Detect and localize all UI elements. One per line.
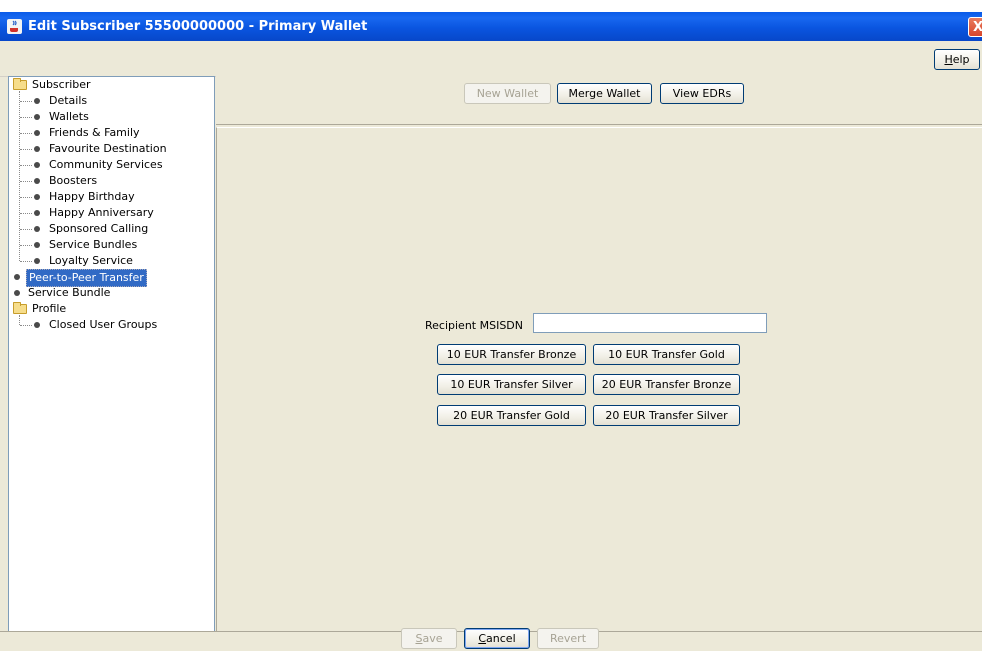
tree-branch [20,245,32,246]
leaf-bullet-icon [34,146,40,152]
tree-branch [20,133,32,134]
recipient-msisdn-input[interactable] [533,313,767,333]
tree-branch [20,149,32,150]
merge-wallet-button[interactable]: Merge Wallet [557,83,652,104]
cancel-button[interactable]: Cancel [464,628,530,649]
tree-node-loyalty-service[interactable]: Loyalty Service [9,253,209,269]
tree-node-happy-birthday[interactable]: Happy Birthday [9,189,209,205]
tree-label: Service Bundles [49,238,138,251]
tree-branch [20,197,32,198]
leaf-bullet-icon [34,98,40,104]
tree-label: Community Services [49,158,163,171]
tree-node-community-services[interactable]: Community Services [9,157,209,173]
transfer-20-gold-button[interactable]: 20 EUR Transfer Gold [437,405,586,426]
transfer-20-silver-button[interactable]: 20 EUR Transfer Silver [593,405,740,426]
tree-label: Friends & Family [49,126,140,139]
recipient-msisdn-label: Recipient MSISDN [425,319,524,332]
folder-open-icon [13,302,27,314]
footer-bar: Save Cancel Revert [0,628,982,651]
tree-node-sponsored-calling[interactable]: Sponsored Calling [9,221,209,237]
transfer-20-bronze-button[interactable]: 20 EUR Transfer Bronze [593,374,740,395]
tree-node-friends-family[interactable]: Friends & Family [9,125,209,141]
transfer-panel: Recipient MSISDN 10 EUR Transfer Bronze … [216,127,982,632]
help-bar [0,41,982,77]
tree-node-happy-anniversary[interactable]: Happy Anniversary [9,205,209,221]
cancel-label-rest: ancel [486,632,516,645]
title-bar[interactable]: Edit Subscriber 55500000000 - Primary Wa… [0,12,982,41]
leaf-bullet-icon [14,274,20,280]
view-edrs-button[interactable]: View EDRs [660,83,744,104]
help-label-rest: elp [952,53,970,66]
leaf-bullet-icon [34,242,40,248]
leaf-bullet-icon [34,258,40,264]
tree-branch [20,181,32,182]
tree-branch [20,325,32,326]
tree-label: Happy Birthday [49,190,135,203]
tree-label: Loyalty Service [49,254,133,267]
help-mnemonic: H [944,53,953,66]
tree-label: Service Bundle [28,286,111,299]
tree-label-profile: Profile [32,302,67,315]
tree-node-service-bundle[interactable]: Service Bundle [9,285,209,301]
leaf-bullet-icon [34,226,40,232]
close-button[interactable]: X [968,17,982,37]
leaf-bullet-icon [34,210,40,216]
tree-node-favourite-destination[interactable]: Favourite Destination [9,141,209,157]
edit-subscriber-window: Edit Subscriber 55500000000 - Primary Wa… [0,12,982,651]
transfer-10-bronze-button[interactable]: 10 EUR Transfer Bronze [437,344,586,365]
leaf-bullet-icon [34,178,40,184]
cancel-mnemonic: C [478,632,487,645]
save-button[interactable]: Save [401,628,457,649]
tree-label: Favourite Destination [49,142,167,155]
new-wallet-button[interactable]: New Wallet [464,83,551,104]
tree-branch [20,261,32,262]
transfer-10-gold-button[interactable]: 10 EUR Transfer Gold [593,344,740,365]
window-title: Edit Subscriber 55500000000 - Primary Wa… [28,19,368,34]
tree-node-peer-to-peer-transfer[interactable]: Peer-to-Peer Transfer [9,269,209,287]
tree-label: Sponsored Calling [49,222,149,235]
tree-label: Wallets [49,110,89,123]
leaf-bullet-icon [34,114,40,120]
tree-node-details[interactable]: Details [9,93,209,109]
java-cup-icon [7,19,22,34]
tree-node-service-bundles[interactable]: Service Bundles [9,237,209,253]
tree-node-wallets[interactable]: Wallets [9,109,209,125]
revert-button[interactable]: Revert [537,628,599,649]
leaf-bullet-icon [34,130,40,136]
navigation-tree[interactable]: Subscriber Details Wallets Friends & Fam… [8,76,215,633]
tree-label: Boosters [49,174,98,187]
tree-label-subscriber: Subscriber [32,78,91,91]
tree-node-closed-user-groups[interactable]: Closed User Groups [9,317,209,333]
tree-label: Details [49,94,88,107]
close-icon: X [972,20,982,35]
folder-open-icon [13,78,27,90]
tree-branch [20,229,32,230]
leaf-bullet-icon [14,290,20,296]
leaf-bullet-icon [34,162,40,168]
leaf-bullet-icon [34,194,40,200]
tree-label: Happy Anniversary [49,206,154,219]
wallet-toolbar: New Wallet Merge Wallet View EDRs [216,76,982,125]
leaf-bullet-icon [34,322,40,328]
tree-branch [20,213,32,214]
transfer-10-silver-button[interactable]: 10 EUR Transfer Silver [437,374,586,395]
tree-branch [20,101,32,102]
tree-node-boosters[interactable]: Boosters [9,173,209,189]
tree-branch [20,165,32,166]
save-label-rest: ave [422,632,443,645]
tree-branch [20,117,32,118]
tree-label: Closed User Groups [49,318,158,331]
help-button[interactable]: Help [934,49,980,70]
